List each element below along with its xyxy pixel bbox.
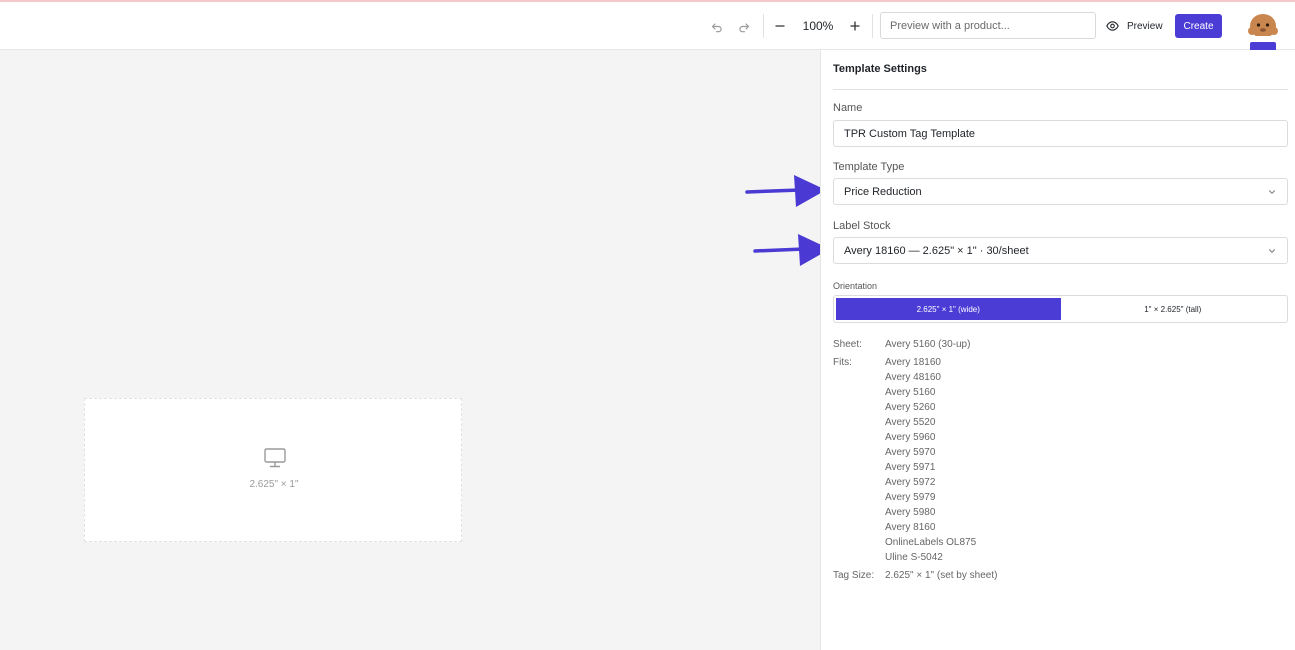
orientation-tall-option[interactable]: 1" × 2.625" (tall) <box>1060 298 1285 320</box>
label-stock-value: Avery 18160 — 2.625" × 1" · 30/sheet <box>844 244 1029 257</box>
label-stock-select[interactable]: Avery 18160 — 2.625" × 1" · 30/sheet <box>833 237 1288 264</box>
redo-button[interactable] <box>734 17 754 37</box>
toolbar-divider <box>872 14 873 38</box>
orientation-toggle: 2.625" × 1" (wide) 1" × 2.625" (tall) <box>833 295 1288 323</box>
fits-list: Avery 18160 Avery 48160 Avery 5160 Avery… <box>885 357 976 567</box>
name-label: Name <box>833 102 863 114</box>
toolbar-divider <box>763 14 764 38</box>
avatar[interactable] <box>1242 10 1284 51</box>
list-item: Avery 5971 <box>885 462 936 473</box>
label-stock-label: Label Stock <box>833 220 891 232</box>
toolbar: 100% Preview Create <box>0 2 1295 51</box>
list-item: Avery 5979 <box>885 492 936 503</box>
list-item: Avery 18160 <box>885 357 941 368</box>
list-item: Avery 5980 <box>885 507 936 518</box>
zoom-out-button[interactable] <box>770 16 790 36</box>
eye-icon <box>1106 21 1119 31</box>
label-preview[interactable]: 2.625" × 1" <box>84 398 462 542</box>
preview-product-input[interactable] <box>880 12 1096 39</box>
undo-button[interactable] <box>707 17 727 37</box>
list-item: Avery 5160 <box>885 387 936 398</box>
fits-key: Fits: <box>833 357 852 368</box>
create-button[interactable]: Create <box>1175 14 1222 38</box>
template-type-value: Price Reduction <box>844 185 922 198</box>
list-item: Avery 8160 <box>885 522 936 533</box>
list-item: Avery 5520 <box>885 417 936 428</box>
list-item: Avery 48160 <box>885 372 941 383</box>
orientation-label: Orientation <box>833 281 878 291</box>
chevron-down-icon <box>1268 248 1276 253</box>
name-field[interactable] <box>833 120 1288 147</box>
undo-icon <box>711 23 722 33</box>
chevron-down-icon <box>1268 189 1276 194</box>
template-settings-panel: Template Settings Name Template Type Pri… <box>820 50 1295 650</box>
panel-title: Template Settings <box>833 63 927 75</box>
template-type-label: Template Type <box>833 161 905 173</box>
zoom-level: 100% <box>802 19 834 33</box>
preview-button-label: Preview <box>1127 20 1163 32</box>
list-item: Avery 5260 <box>885 402 936 413</box>
panel-divider <box>833 89 1288 90</box>
minus-icon <box>775 25 785 27</box>
orientation-wide-option[interactable]: 2.625" × 1" (wide) <box>836 298 1061 320</box>
label-size-text: 2.625" × 1" <box>249 479 299 490</box>
sheet-key: Sheet: <box>833 339 862 350</box>
design-canvas[interactable]: 2.625" × 1" <box>0 50 830 650</box>
template-type-select[interactable]: Price Reduction <box>833 178 1288 205</box>
annotation-arrow <box>745 175 826 207</box>
list-item: OnlineLabels OL875 <box>885 537 977 548</box>
plus-icon <box>850 21 860 31</box>
preview-button[interactable]: Preview <box>1106 15 1163 37</box>
zoom-in-button[interactable] <box>845 16 865 36</box>
tag-size-value: 2.625" × 1" (set by sheet) <box>885 570 998 581</box>
sheet-value: Avery 5160 (30-up) <box>885 339 971 350</box>
monitor-icon <box>264 448 286 468</box>
list-item: Avery 5960 <box>885 432 936 443</box>
list-item: Uline S-5042 <box>885 552 943 563</box>
list-item: Avery 5972 <box>885 477 936 488</box>
tag-size-key: Tag Size: <box>833 570 875 581</box>
list-item: Avery 5970 <box>885 447 936 458</box>
redo-icon <box>739 23 750 33</box>
